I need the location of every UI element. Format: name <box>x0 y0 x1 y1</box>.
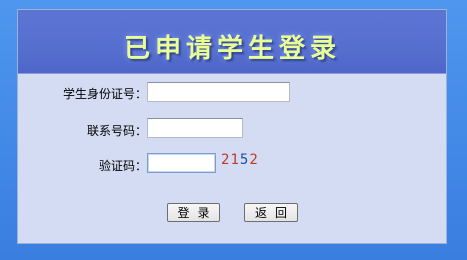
captcha-label: 验证码： <box>98 159 147 173</box>
page-title: 已申请学生登录 <box>124 34 342 64</box>
captcha-digit: 2 <box>249 152 259 168</box>
panel-header: 已申请学生登录 <box>18 10 446 74</box>
login-button[interactable]: 登录 <box>167 203 220 222</box>
captcha-digit: 5 <box>239 152 250 168</box>
back-button[interactable]: 返回 <box>244 203 298 222</box>
captcha-input[interactable] <box>147 153 216 173</box>
captcha-code: 2152 <box>221 152 259 168</box>
student-id-input[interactable] <box>147 82 290 102</box>
student-id-label: 学生身份证号： <box>62 87 147 101</box>
phone-label: 联系号码： <box>86 124 147 138</box>
login-panel: 已申请学生登录 学生身份证号： 联系号码： 验证码： 登录 返回 <box>17 9 447 244</box>
page-background: 已申请学生登录 学生身份证号： 联系号码： 验证码： 登录 返回 2152 <box>0 0 467 260</box>
captcha-digit: 1 <box>230 152 240 168</box>
phone-input[interactable] <box>147 118 243 138</box>
